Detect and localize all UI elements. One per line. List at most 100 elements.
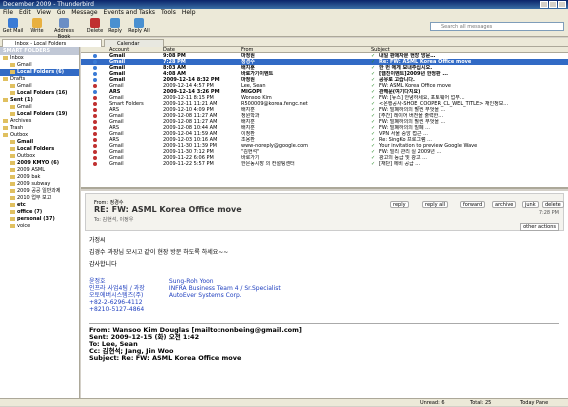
reply-all-icon <box>134 18 144 28</box>
tab-calendar[interactable]: Calendar <box>104 39 164 47</box>
folder-label: Gmail <box>17 104 32 110</box>
folder-label: Local Folders <box>17 146 55 152</box>
status-dot-icon <box>93 144 97 148</box>
folder-item[interactable]: voice <box>0 223 79 230</box>
folder-item[interactable]: 2009 bak <box>0 174 79 181</box>
folder-icon <box>10 181 15 186</box>
message-list: Account Date From Subject Gmail 9:08 PM 마정… <box>81 47 568 189</box>
menu-file[interactable]: File <box>3 9 13 17</box>
status-dot-icon <box>93 72 97 76</box>
delete-button[interactable]: Delete <box>84 18 106 34</box>
folder-item[interactable]: 2009 공공 일반과제 <box>0 188 79 195</box>
menu-help[interactable]: Help <box>182 9 196 17</box>
junk-button[interactable]: junk <box>522 201 539 208</box>
get-mail-button[interactable]: Get Mail <box>2 18 24 34</box>
delete-button[interactable]: delete <box>542 201 564 208</box>
folder-item[interactable]: Sent (1) <box>0 97 79 104</box>
folder-label: Local Folders (16) <box>17 90 68 96</box>
main-toolbar: Get Mail Write Address Book Delete Reply… <box>0 17 568 40</box>
cell-account: Gmail <box>109 161 124 167</box>
folder-icon <box>3 97 8 102</box>
folder-pane: SMART FOLDERS Inbox Gmail Local Folders (6… <box>0 47 80 398</box>
reply-all-button[interactable]: Reply All <box>126 18 152 34</box>
signature-korean: 윤정호 인프라 사업4팀 / 과장 오토에버시스템즈(주) +82-2-6296… <box>89 278 145 313</box>
menu-view[interactable]: View <box>37 9 51 17</box>
folder-item[interactable]: 2009 ASML <box>0 167 79 174</box>
folder-item[interactable]: 2009 KMYO (6) <box>0 160 79 167</box>
cell-from: 한은동시장 의 컨설팅센터 <box>241 161 295 167</box>
status-dot-icon <box>93 108 97 112</box>
message-row[interactable]: Gmail 2009-11-22 5:57 PM 한은동시장 의 컨설팅센터 [재단]… <box>81 161 568 167</box>
address-book-button[interactable]: Address Book <box>50 18 78 40</box>
folder-item[interactable]: Gmail <box>0 139 79 146</box>
forward-button[interactable]: forward <box>460 201 486 208</box>
folder-icon <box>10 202 15 207</box>
menu-go[interactable]: Go <box>57 9 65 17</box>
folder-item[interactable]: personal (37) <box>0 216 79 223</box>
minimize-button[interactable] <box>540 1 548 8</box>
status-dot-icon <box>93 90 97 94</box>
folder-item[interactable]: Outbox <box>0 153 79 160</box>
folder-item[interactable]: Archives <box>0 118 79 125</box>
folder-icon <box>3 132 8 137</box>
menu-message[interactable]: Message <box>71 9 97 17</box>
cell-subject: [재단] 에비 공급 ... <box>379 161 421 167</box>
reply-all-button[interactable]: reply all <box>422 201 448 208</box>
close-button[interactable] <box>558 1 566 8</box>
status-dot-icon <box>93 126 97 130</box>
folder-item[interactable]: 2010 업무 보고 <box>0 195 79 202</box>
menu-tools[interactable]: Tools <box>161 9 176 17</box>
message-header: From: 정경수 RE: FW: ASML Korea Office move… <box>85 193 564 231</box>
folder-icon <box>3 55 8 60</box>
message-subject: RE: FW: ASML Korea Office move <box>94 205 242 214</box>
folder-item[interactable]: Gmail <box>0 83 79 90</box>
menu-bar: File Edit View Go Message Events and Tas… <box>0 9 568 17</box>
folder-item[interactable]: Local Folders (19) <box>0 111 79 118</box>
status-dot-icon <box>93 162 97 166</box>
maximize-button[interactable] <box>549 1 557 8</box>
folder-item[interactable]: 2009 subway <box>0 181 79 188</box>
folder-label: etc <box>17 202 26 208</box>
tab-bar: Inbox - Local Folders Calendar <box>0 38 568 47</box>
folder-item[interactable]: Trash <box>0 125 79 132</box>
folder-label: 2010 업무 보고 <box>17 195 52 201</box>
folder-icon <box>10 62 15 67</box>
folder-icon <box>10 90 15 95</box>
address-book-icon <box>59 18 69 28</box>
folder-item[interactable]: Gmail <box>0 62 79 69</box>
other-actions-button[interactable]: other actions <box>520 223 559 231</box>
menu-edit[interactable]: Edit <box>19 9 31 17</box>
body-line: 감사합니다 <box>89 261 117 268</box>
message-time: 7:28 PM <box>538 210 559 216</box>
folder-icon <box>10 83 15 88</box>
folder-icon <box>10 104 15 109</box>
folder-item[interactable]: Local Folders <box>0 146 79 153</box>
menu-events-tasks[interactable]: Events and Tasks <box>104 9 156 17</box>
search-input[interactable]: Search all messages <box>430 22 564 31</box>
write-button[interactable]: Write <box>26 18 48 34</box>
folder-item[interactable]: Drafts <box>0 76 79 83</box>
folder-item[interactable]: etc <box>0 202 79 209</box>
folder-item[interactable]: office (7) <box>0 209 79 216</box>
reply-button[interactable]: reply <box>390 201 409 208</box>
folder-label: Outbox <box>10 132 29 138</box>
folder-icon <box>10 160 15 165</box>
folder-item[interactable]: Local Folders (16) <box>0 90 79 97</box>
folder-item[interactable]: Outbox <box>0 132 79 139</box>
folder-icon <box>10 111 15 116</box>
folder-label: 2009 bak <box>17 174 41 180</box>
tab-inbox[interactable]: Inbox - Local Folders <box>2 39 102 47</box>
folder-item[interactable]: Local Folders (6) <box>0 69 79 76</box>
folder-label: Outbox <box>17 153 36 159</box>
check-icon: ✓ <box>371 161 376 167</box>
folder-item[interactable]: Inbox <box>0 55 79 62</box>
folder-label: Local Folders (6) <box>17 69 64 75</box>
folder-icon <box>10 146 15 151</box>
status-dot-icon <box>93 138 97 142</box>
body-line: 김경수 과장님 모시고 같이 현장 방문 하도록 하세요~~ <box>89 249 229 256</box>
folder-icon <box>10 188 15 193</box>
folder-item[interactable]: Gmail <box>0 104 79 111</box>
delete-icon <box>90 18 100 28</box>
reply-button[interactable]: Reply <box>104 18 126 34</box>
archive-button[interactable]: archive <box>492 201 517 208</box>
